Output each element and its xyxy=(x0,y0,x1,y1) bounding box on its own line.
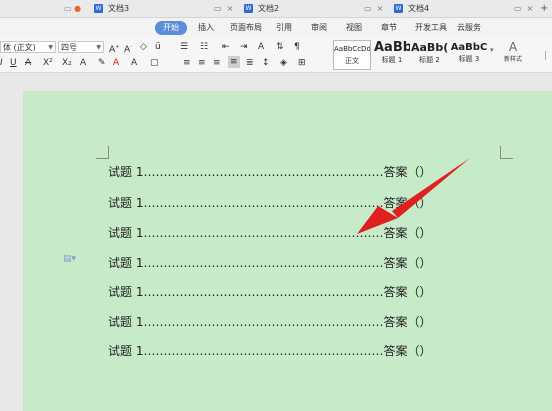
annotation-arrow-icon xyxy=(357,158,470,234)
